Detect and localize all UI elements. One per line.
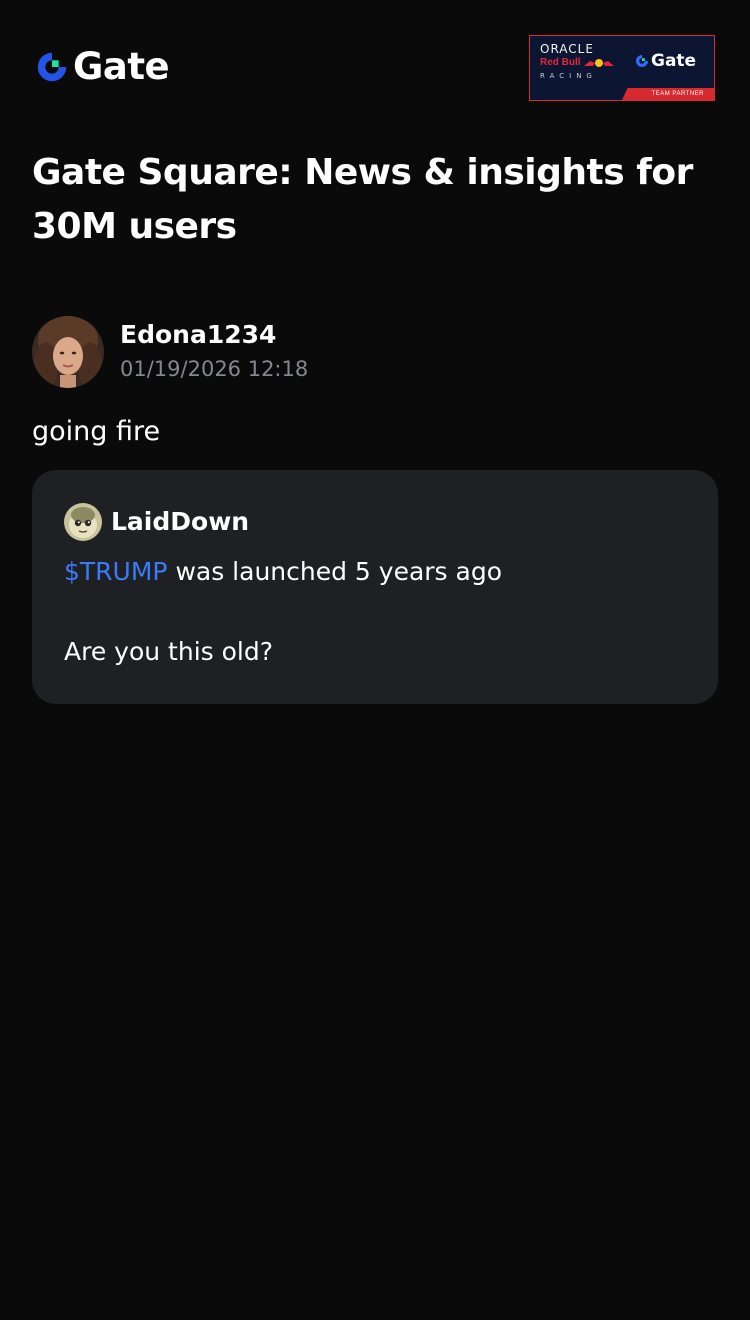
gate-logo-icon bbox=[636, 55, 648, 67]
author-meta: Edona1234 01/19/2026 12:18 bbox=[120, 318, 308, 386]
post-timestamp: 01/19/2026 12:18 bbox=[120, 357, 309, 381]
gate-brand-logo[interactable]: Gate bbox=[33, 45, 170, 88]
partner-gate-logo: Gate bbox=[634, 51, 696, 71]
redbull-text: Red Bull bbox=[540, 57, 581, 68]
quoted-author-name: LaidDown bbox=[111, 507, 250, 536]
page-title: Gate Square: News & insights for 30M use… bbox=[32, 152, 693, 247]
quoted-post-body: $TRUMP was launched 5 years ago Are you … bbox=[64, 552, 686, 672]
quoted-line-1-text: was launched 5 years ago bbox=[167, 557, 503, 586]
quoted-author-row: LaidDown bbox=[64, 502, 686, 542]
quoted-post-line-1: $TRUMP was launched 5 years ago bbox=[64, 552, 686, 592]
quoted-post-line-2: Are you this old? bbox=[64, 637, 273, 666]
post-author-row: Edona1234 01/19/2026 12:18 bbox=[32, 316, 718, 388]
redbull-row: Red Bull bbox=[540, 57, 620, 69]
quoted-author-avatar bbox=[64, 503, 102, 541]
author-name[interactable]: Edona1234 bbox=[120, 318, 308, 352]
header: Gate ORACLE Red Bull RACING Gate TEAM PA… bbox=[0, 0, 750, 120]
partner-badge: ORACLE Red Bull RACING Gate TEAM PARTNER bbox=[529, 35, 715, 101]
post: Edona1234 01/19/2026 12:18 going fire bbox=[32, 316, 718, 452]
red-bull-icon bbox=[583, 59, 614, 67]
racing-text: RACING bbox=[540, 72, 597, 80]
oracle-redbull-racing-logo: ORACLE Red Bull RACING bbox=[540, 42, 620, 82]
ticker-link[interactable]: $TRUMP bbox=[64, 557, 168, 586]
post-text: going fire bbox=[32, 416, 161, 447]
oracle-text: ORACLE bbox=[540, 42, 594, 56]
author-avatar-image bbox=[32, 316, 104, 388]
gate-logo-icon bbox=[37, 52, 67, 82]
partner-gate-text: Gate bbox=[651, 51, 697, 71]
author-avatar[interactable] bbox=[32, 316, 104, 388]
brand-name: Gate bbox=[73, 45, 170, 88]
quoted-post-card[interactable]: LaidDown $TRUMP was launched 5 years ago… bbox=[32, 470, 718, 704]
team-partner-text: TEAM PARTNER bbox=[651, 91, 704, 97]
quoted-avatar-image bbox=[64, 503, 102, 541]
